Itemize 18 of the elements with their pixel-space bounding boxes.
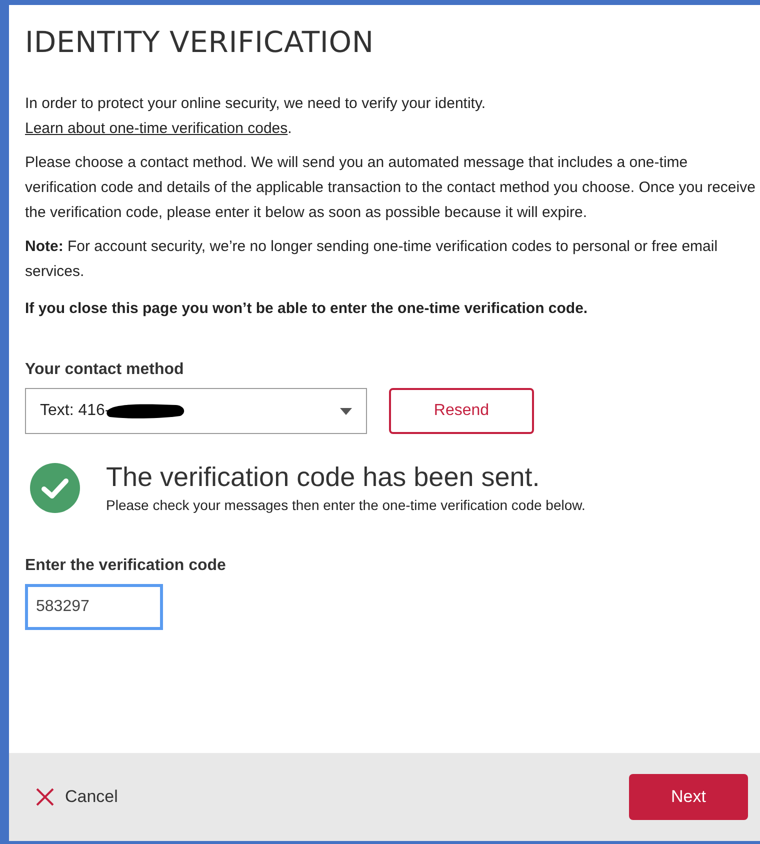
status-message: Please check your messages then enter the one-time verification code below. [106,497,586,513]
body-text: Please choose a contact method. We will send you an automated message that includes a one-time verification code and details of the applicable transaction to the contact method you choose. Once you receive the verification code, please enter it below as soon as possible because it will expire. [25,153,756,223]
next-button[interactable]: Next [629,774,748,820]
cancel-button[interactable]: Cancel [35,787,118,807]
learn-more-link[interactable]: Learn about one-time verification codes [25,120,288,137]
body-text: Note: For account security, we’re no longer sending one-time verification codes to personal or free email services. [25,237,719,282]
resend-button[interactable]: Resend [389,388,534,434]
field-label: Enter the verification code [25,557,227,575]
status-heading: The verification code has been sent. [106,462,541,493]
intro-text: In order to protect your online security, we need to verify your identity. [25,95,486,112]
caret-icon [340,408,352,414]
close-icon [35,787,55,807]
code-input-field[interactable]: 583297 [25,584,163,630]
field-label: Your contact method [25,361,185,379]
page-title: IDENTITY VERIFICATION [25,25,375,59]
contact-method-dropdown[interactable]: Text: 416- [25,388,367,434]
warning-text: If you close this page you won’t be able to enter the one-time verification code. [25,299,589,319]
intro-punctuation: . [288,120,292,137]
